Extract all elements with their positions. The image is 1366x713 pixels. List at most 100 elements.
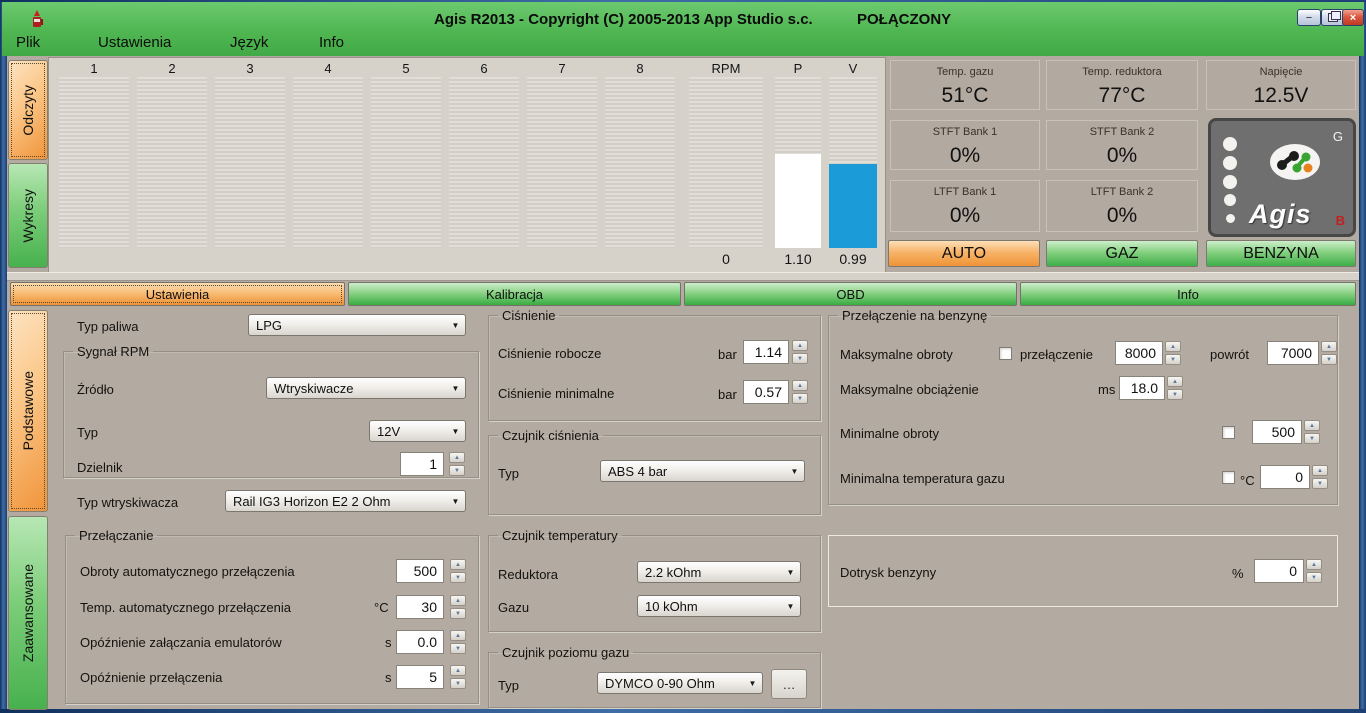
poziom-typ-label: Typ [498,678,519,693]
gas-temp-sensor-select[interactable]: 10 kOhm ▼ [637,595,801,617]
dotrysk-input[interactable] [1254,559,1304,583]
opoznienie-przelaczenia-input[interactable] [396,665,444,689]
tab-kalibracja[interactable]: Kalibracja [348,282,681,306]
tab-podstawowe[interactable]: Podstawowe [8,310,48,512]
spinner: ▲ ▼ [792,340,808,364]
arrow-down-icon[interactable]: ▼ [450,608,466,619]
arrow-down-icon[interactable]: ▼ [450,572,466,583]
led-icon [1223,175,1237,189]
arrow-up-icon[interactable]: ▲ [792,380,808,391]
min-temp-checkbox[interactable] [1222,471,1235,484]
arrow-down-icon[interactable]: ▼ [450,643,466,654]
section-divider [7,272,1359,281]
gaz-button[interactable]: GAZ [1046,240,1198,267]
chevron-down-icon: ▼ [446,497,465,506]
przelaczanie-row-label: Obroty automatycznego przełączenia [80,564,295,579]
injector-type-select[interactable]: Rail IG3 Horizon E2 2 Ohm ▼ [225,490,466,512]
rpm-gauge-value: 0 [689,251,763,269]
minimize-button[interactable]: − [1297,9,1321,26]
cisnienie-minimalne-input[interactable] [743,380,789,404]
spinner: ▲ ▼ [1306,559,1322,583]
dzielnik-spinner: ▲ ▼ [449,452,465,476]
arrow-down-icon[interactable]: ▼ [1304,433,1320,444]
min-obroty-checkbox[interactable] [1222,426,1235,439]
menu-info[interactable]: Info [319,34,344,51]
arrow-up-icon[interactable]: ▲ [1321,341,1337,352]
molecule-icon [1269,143,1321,181]
rpm-source-select[interactable]: Wtryskiwacze ▼ [266,377,466,399]
maks-obroty-input[interactable] [1115,341,1163,365]
temp-przelaczenia-input[interactable] [396,595,444,619]
tab-obd[interactable]: OBD [684,282,1017,306]
voltage-gauge-value: 0.99 [829,251,877,269]
arrow-up-icon[interactable]: ▲ [1165,341,1181,352]
arrow-down-icon[interactable]: ▼ [1306,572,1322,583]
fuel-type-select[interactable]: LPG ▼ [248,314,466,336]
tab-wykresy-label: Wykresy [20,189,36,243]
powrot-input[interactable] [1267,341,1319,365]
arrow-down-icon[interactable]: ▼ [792,393,808,404]
menu-ustawienia[interactable]: Ustawienia [98,34,171,51]
auto-button[interactable]: AUTO [888,240,1040,267]
przelaczenie-checkbox[interactable] [999,347,1012,360]
menu-jezyk[interactable]: Język [230,34,268,51]
chart-col-header: 3 [215,61,285,76]
arrow-up-icon[interactable]: ▲ [1312,465,1328,476]
rpm-type-select[interactable]: 12V ▼ [369,420,466,442]
led-icon [1223,137,1237,151]
arrow-up-icon[interactable]: ▲ [450,595,466,606]
close-button[interactable]: × [1342,9,1364,26]
menu-plik[interactable]: Plik [16,34,40,51]
app-window: Agis R2013 - Copyright (C) 2005-2013 App… [0,0,1366,713]
agis-logo-panel: G Agis B [1208,118,1356,237]
arrow-down-icon[interactable]: ▼ [792,353,808,364]
arrow-up-icon[interactable]: ▲ [450,630,466,641]
gas-level-sensor-select[interactable]: DYMCO 0-90 Ohm ▼ [597,672,763,694]
gazu-label: Gazu [498,600,529,615]
arrow-down-icon[interactable]: ▼ [1165,354,1181,365]
cisnienie-robocze-input[interactable] [743,340,789,364]
arrow-down-icon[interactable]: ▼ [450,678,466,689]
window-title: Agis R2013 - Copyright (C) 2005-2013 App… [434,11,813,28]
opoznienie-emulatorow-input[interactable] [396,630,444,654]
pressure-sensor-select[interactable]: ABS 4 bar ▼ [600,460,805,482]
arrow-up-icon[interactable]: ▲ [449,452,465,463]
dzielnik-input[interactable] [400,452,444,476]
pressure-gauge-label: P [775,61,821,76]
benzyna-button[interactable]: BENZYNA [1206,240,1356,267]
arrow-up-icon[interactable]: ▲ [1306,559,1322,570]
chart-col-header: 6 [449,61,519,76]
arrow-down-icon[interactable]: ▼ [1312,478,1328,489]
chart-col [371,77,441,248]
spinner: ▲ ▼ [450,630,466,654]
unit-label: bar [718,347,737,362]
tab-odczyty[interactable]: Odczyty [8,60,48,160]
min-obroty-input[interactable] [1252,420,1302,444]
arrow-up-icon[interactable]: ▲ [1167,376,1183,387]
tab-info[interactable]: Info [1020,282,1356,306]
typ-paliwa-label: Typ paliwa [77,319,138,334]
tab-wykresy[interactable]: Wykresy [8,163,48,268]
chart-col-header: 5 [371,61,441,76]
maks-obciazenie-input[interactable] [1119,376,1165,400]
more-options-button[interactable]: … [771,669,807,699]
arrow-up-icon[interactable]: ▲ [792,340,808,351]
cisnienie-row-label: Ciśnienie robocze [498,346,601,361]
reduktora-label: Reduktora [498,567,558,582]
spinner: ▲ ▼ [1167,376,1183,400]
cisnienie-group: Ciśnienie [488,308,821,421]
arrow-up-icon[interactable]: ▲ [1304,420,1320,431]
arrow-up-icon[interactable]: ▲ [450,559,466,570]
min-temp-input[interactable] [1260,465,1310,489]
tab-zaawansowane[interactable]: Zaawansowane [8,516,48,710]
cell-temp-reduktora: Temp. reduktora 77°C [1046,60,1198,110]
cell-ltft-bank2: LTFT Bank 2 0% [1046,180,1198,232]
obroty-przelaczenia-input[interactable] [396,559,444,583]
tab-ustawienia[interactable]: Ustawienia [10,282,345,306]
przelaczanie-row-label: Opóźnienie załączania emulatorów [80,635,282,650]
arrow-down-icon[interactable]: ▼ [1321,354,1337,365]
reducer-temp-sensor-select[interactable]: 2.2 kOhm ▼ [637,561,801,583]
arrow-up-icon[interactable]: ▲ [450,665,466,676]
arrow-down-icon[interactable]: ▼ [449,465,465,476]
arrow-down-icon[interactable]: ▼ [1167,389,1183,400]
